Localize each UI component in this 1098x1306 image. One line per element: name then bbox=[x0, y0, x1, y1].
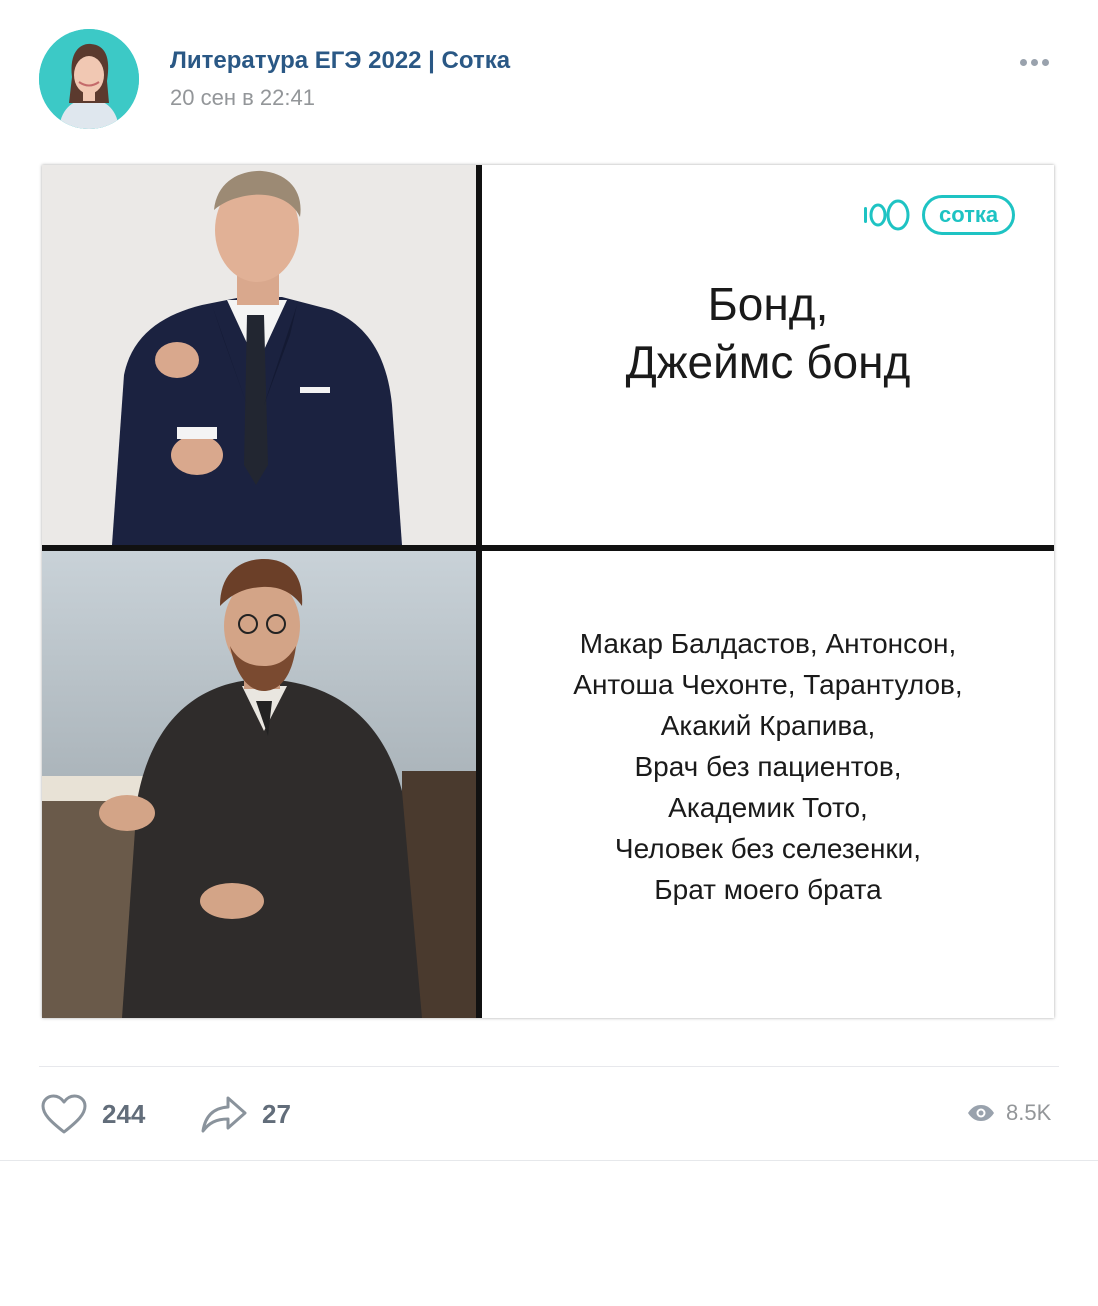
avatar-image bbox=[39, 29, 139, 129]
share-count: 27 bbox=[262, 1098, 291, 1129]
pseudonym-line: Академик Тото, bbox=[668, 792, 868, 823]
meme-top-line: Бонд, bbox=[707, 278, 829, 330]
more-dots-icon[interactable] bbox=[1014, 50, 1054, 74]
bond-caption-panel: сотка Бонд, Джеймс бонд bbox=[482, 165, 1054, 545]
eye-icon bbox=[968, 1105, 994, 1121]
author-avatar[interactable] bbox=[39, 29, 139, 129]
footer-divider bbox=[39, 1066, 1059, 1067]
meme-top-line: Джеймс бонд bbox=[625, 336, 911, 388]
bond-photo bbox=[42, 165, 476, 545]
like-button[interactable]: 244 bbox=[40, 1092, 145, 1136]
post-date[interactable]: 20 сен в 22:41 bbox=[170, 85, 315, 111]
share-button[interactable]: 27 bbox=[200, 1092, 291, 1136]
views-count: 8.5K bbox=[1006, 1100, 1052, 1125]
views-counter: 8.5K bbox=[966, 1096, 1051, 1130]
sotka-logo-icon bbox=[864, 199, 910, 231]
sotka-logo: сотка bbox=[862, 195, 1016, 235]
author-name-link[interactable]: Литература ЕГЭ 2022 | Сотка bbox=[170, 47, 510, 75]
pseudonym-line: Врач без пациентов, bbox=[634, 751, 902, 782]
share-arrow-icon bbox=[201, 1096, 247, 1133]
meme-divider-vertical bbox=[476, 165, 482, 1018]
pseudonym-line: Макар Балдастов, Антонсон, bbox=[579, 628, 957, 659]
post-image[interactable]: сотка Бонд, Джеймс бонд Макар Балдастов,… bbox=[42, 165, 1054, 1018]
heart-icon bbox=[41, 1094, 87, 1134]
pseudonym-line: Брат моего брата bbox=[654, 874, 882, 905]
meme-bottom-text: Макар Балдастов, Антонсон, Антоша Чехонт… bbox=[482, 623, 1054, 910]
pseudonym-line: Человек без селезенки, bbox=[614, 833, 922, 864]
chekhov-caption-panel: Макар Балдастов, Антонсон, Антоша Чехонт… bbox=[482, 551, 1054, 1018]
pseudonym-line: Акакий Крапива, bbox=[660, 710, 876, 741]
chekhov-photo bbox=[42, 551, 476, 1018]
like-count: 244 bbox=[102, 1098, 146, 1129]
sotka-logo-label: сотка bbox=[922, 195, 1016, 235]
post-card: Литература ЕГЭ 2022 | Сотка 20 сен в 22:… bbox=[0, 0, 1098, 1161]
meme-divider-horizontal bbox=[42, 545, 1054, 551]
pseudonym-line: Антоша Чехонте, Тарантулов, bbox=[573, 669, 963, 700]
meme-top-text: Бонд, Джеймс бонд bbox=[482, 275, 1054, 391]
